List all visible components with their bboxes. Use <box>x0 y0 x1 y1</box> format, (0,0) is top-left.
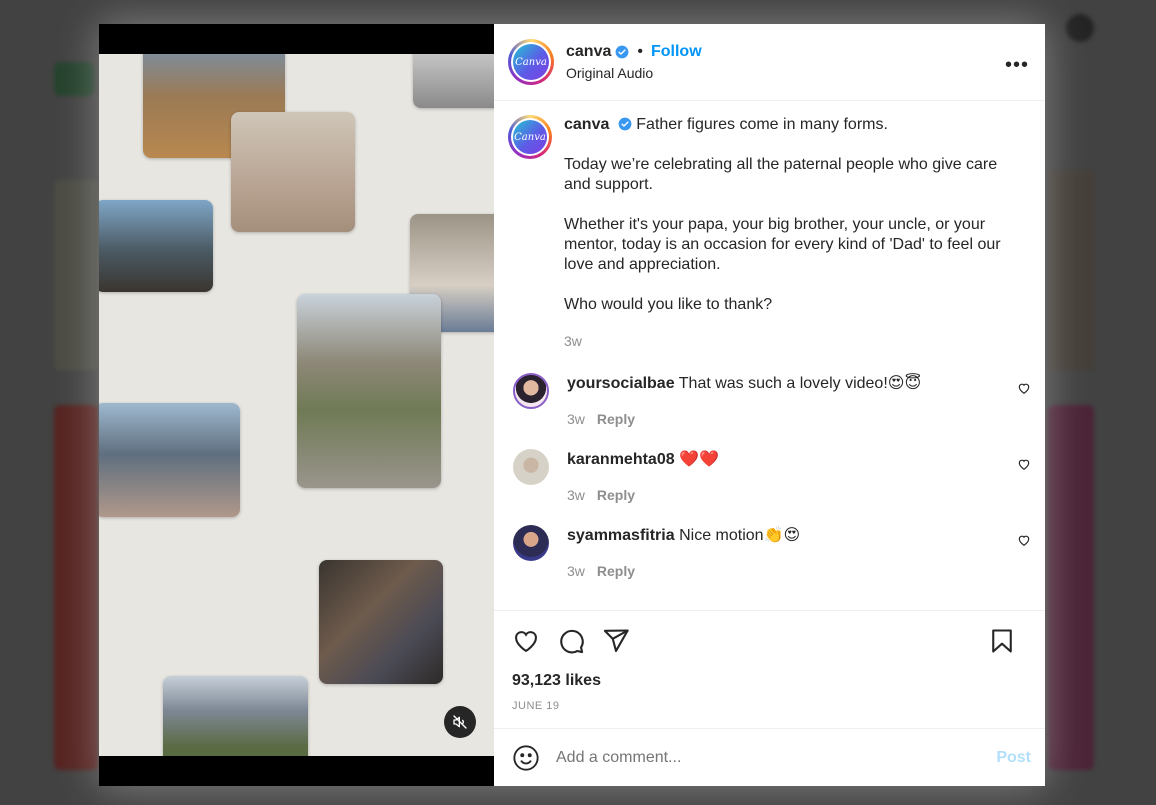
caption-text: Father figures come in many forms. <box>636 116 888 133</box>
reply-button[interactable]: Reply <box>597 487 635 503</box>
separator-dot: • <box>637 43 643 60</box>
mute-icon <box>453 715 467 729</box>
comment-avatar[interactable] <box>513 525 549 561</box>
verified-icon <box>618 117 632 131</box>
comments-section: Canva canva Father figures come in many … <box>494 101 1045 610</box>
post-video[interactable] <box>99 24 494 786</box>
caption-paragraph: Today we’re celebrating all the paternal… <box>564 156 998 193</box>
author-avatar[interactable]: Canva <box>508 39 554 85</box>
video-frame <box>99 54 494 756</box>
share-icon[interactable] <box>602 627 630 655</box>
caption-paragraph: Who would you like to thank? <box>564 296 773 313</box>
emoji-icon[interactable] <box>512 744 540 772</box>
author-username[interactable]: canva <box>566 43 611 61</box>
caption-paragraph: Whether it's your papa, your big brother… <box>564 216 1001 273</box>
caption-first-line: canva Father figures come in many forms. <box>564 115 1019 135</box>
comment-text: That was such a lovely video!😍😇 <box>678 375 922 392</box>
comment-avatar[interactable] <box>513 373 549 409</box>
reply-button[interactable]: Reply <box>597 563 635 579</box>
comment-age: 3w <box>567 487 585 503</box>
post-date: JUNE 19 <box>512 700 560 712</box>
comment-composer: Post <box>494 728 1045 786</box>
comment-input[interactable] <box>556 748 997 767</box>
caption-avatar[interactable]: Canva <box>508 115 552 159</box>
mute-button[interactable] <box>444 706 476 738</box>
post-header: Canva canva • Follow Original Audio ••• <box>494 24 1045 101</box>
photo-bridge-group <box>99 403 240 517</box>
post-modal: Canva canva • Follow Original Audio ••• … <box>99 24 1045 786</box>
photo-water-child <box>231 112 355 232</box>
comment-text: ❤️❤️ <box>679 451 719 468</box>
comment-username[interactable]: syammasfitria <box>567 527 675 544</box>
comment-icon[interactable] <box>557 627 585 655</box>
verified-icon <box>615 45 629 59</box>
post-actions <box>494 610 1045 670</box>
heart-icon[interactable] <box>512 627 540 655</box>
comment-item: yoursocialbae That was such a lovely vid… <box>508 373 1031 427</box>
comment-like-icon[interactable] <box>1017 381 1031 395</box>
canva-logo: Canva <box>513 44 549 80</box>
bookmark-icon[interactable] <box>988 627 1016 655</box>
audio-label[interactable]: Original Audio <box>566 65 702 81</box>
photo-couple-selfie <box>99 200 213 292</box>
more-options-icon[interactable]: ••• <box>1005 54 1029 77</box>
likes-count[interactable]: 93,123 likes <box>494 672 1045 690</box>
comment-text: Nice motion👏😍 <box>679 527 801 544</box>
comment-like-icon[interactable] <box>1017 533 1031 547</box>
comment-age: 3w <box>567 411 585 427</box>
caption-age: 3w <box>564 333 582 349</box>
comment-item: syammasfitria Nice motion👏😍 3w Reply <box>508 525 1031 579</box>
comment-username[interactable]: karanmehta08 <box>567 451 675 468</box>
canva-logo: Canva <box>513 120 547 154</box>
comment-age: 3w <box>567 563 585 579</box>
photo-pyramid <box>297 294 441 488</box>
follow-button[interactable]: Follow <box>651 43 702 61</box>
photo-party <box>319 560 443 684</box>
post-panel: Canva canva • Follow Original Audio ••• … <box>494 24 1045 786</box>
post-caption: Canva canva Father figures come in many … <box>508 115 1031 351</box>
caption-username[interactable]: canva <box>564 116 609 133</box>
comment-avatar[interactable] <box>513 449 549 485</box>
comment-item: karanmehta08 ❤️❤️ 3w Reply <box>508 449 1031 503</box>
comment-username[interactable]: yoursocialbae <box>567 375 675 392</box>
reply-button[interactable]: Reply <box>597 411 635 427</box>
comment-like-icon[interactable] <box>1017 457 1031 471</box>
post-comment-button[interactable]: Post <box>996 749 1031 767</box>
photo-top-right <box>413 54 494 108</box>
photo-mountains <box>163 676 308 756</box>
